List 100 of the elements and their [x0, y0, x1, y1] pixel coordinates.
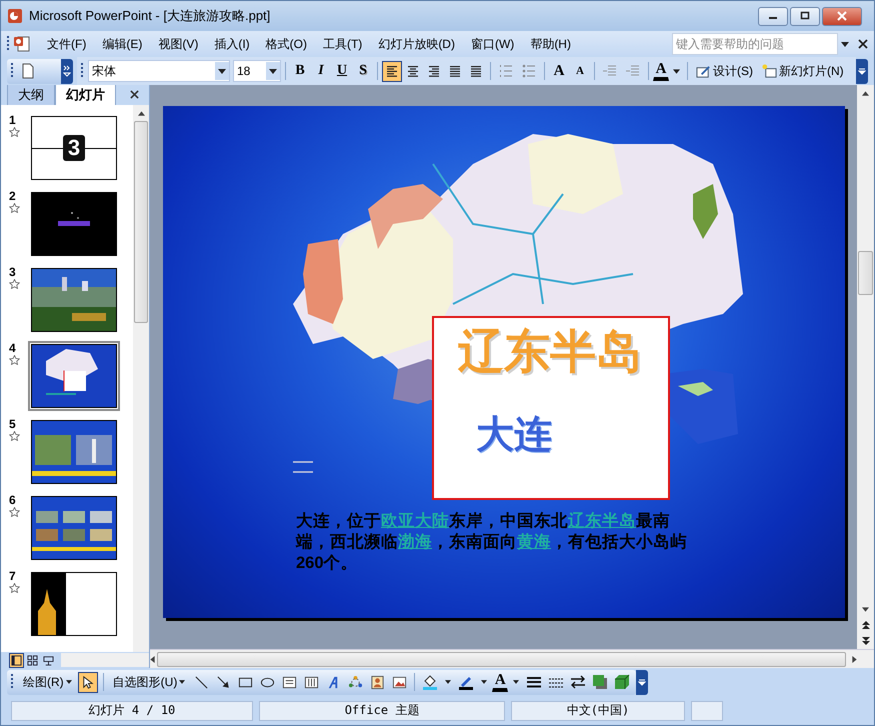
align-left-icon — [385, 64, 399, 78]
new-slide-icon — [762, 64, 777, 78]
caret-icon — [269, 68, 277, 74]
pane-tab[interactable]: 幻灯片 — [55, 85, 116, 105]
scroll-up-icon[interactable] — [862, 90, 869, 96]
scroll-down-icon[interactable] — [862, 606, 869, 612]
diagram-icon — [348, 674, 363, 690]
menu-item[interactable]: 文件(F) — [39, 34, 94, 54]
caret-icon[interactable] — [445, 680, 452, 684]
menu-item[interactable]: 编辑(E) — [94, 34, 150, 54]
star-icon — [9, 583, 20, 593]
align-left-button[interactable] — [382, 60, 402, 82]
previous-slide-icon[interactable] — [862, 620, 870, 630]
fill-color-icon[interactable] — [422, 674, 438, 690]
font-dropdown[interactable]: 宋体 — [88, 60, 230, 82]
toolbar-options-button[interactable] — [856, 58, 868, 84]
grow-font-button[interactable]: A — [549, 60, 569, 82]
close-button[interactable] — [822, 6, 862, 26]
scroll-thumb[interactable] — [858, 251, 873, 295]
maximize-button[interactable] — [790, 6, 820, 26]
next-slide-icon[interactable] — [862, 636, 870, 646]
tool-button[interactable] — [78, 672, 98, 692]
align-center-icon — [406, 64, 420, 78]
pane-tab[interactable]: 大纲 — [7, 85, 55, 105]
normal-view-icon — [11, 654, 22, 666]
menu-item[interactable]: 帮助(H) — [522, 34, 579, 54]
scroll-thumb[interactable] — [157, 652, 846, 667]
draw-menu-button[interactable]: 绘图(R) — [19, 672, 76, 692]
help-search-field[interactable]: 键入需要帮助的问题 — [672, 33, 838, 55]
star-icon — [9, 203, 20, 213]
slide-number: 3 — [9, 265, 16, 279]
number-tile: 3 — [62, 135, 86, 161]
window-title: Microsoft PowerPoint - [大连旅游攻略.ppt] — [29, 7, 270, 25]
format-button[interactable]: I — [311, 60, 331, 82]
align-distributed-icon — [469, 64, 483, 78]
format-button[interactable]: U — [332, 60, 352, 82]
scroll-up-icon[interactable] — [138, 110, 144, 116]
autoshapes-menu-button[interactable]: 自选图形(U) — [108, 672, 190, 692]
toolbar-options-button[interactable] — [636, 670, 648, 694]
star-icon — [9, 507, 20, 517]
maximize-icon — [799, 11, 811, 21]
menu-item[interactable]: 幻灯片放映(D) — [370, 34, 463, 54]
scroll-thumb[interactable] — [134, 121, 148, 323]
scroll-right-icon[interactable] — [852, 656, 857, 662]
chevron-icon — [63, 64, 71, 78]
slide-thumbnail[interactable]: 3 — [28, 113, 120, 183]
star-icon — [9, 127, 20, 137]
bulleted-list-icon[interactable] — [521, 63, 537, 79]
toolbar-options-button[interactable] — [61, 58, 73, 84]
new-slide-button[interactable]: 新幻灯片(N) — [758, 60, 848, 82]
view-button[interactable] — [25, 652, 40, 668]
slide-show-icon — [43, 654, 54, 666]
menu-item[interactable]: 窗口(W) — [462, 34, 522, 54]
new-document-icon[interactable] — [20, 63, 36, 79]
caret-icon[interactable] — [673, 68, 680, 74]
slide-number: 2 — [9, 189, 16, 203]
numbered-list-icon[interactable] — [498, 63, 514, 79]
menu-item[interactable]: 格式(O) — [258, 34, 315, 54]
close-icon — [836, 11, 848, 21]
format-button[interactable]: B — [290, 60, 310, 82]
view-button[interactable] — [9, 652, 24, 668]
caret-icon[interactable] — [513, 680, 520, 684]
caret-icon[interactable] — [841, 42, 849, 46]
font-color-button[interactable]: A — [653, 61, 669, 81]
minimize-button[interactable] — [758, 6, 788, 26]
close-icon[interactable] — [130, 90, 139, 99]
design-button[interactable]: 设计(S) — [692, 60, 757, 82]
star-icon — [9, 279, 20, 289]
menu-item[interactable]: 视图(V) — [150, 34, 206, 54]
horizontal-scrollbar[interactable] — [61, 653, 149, 667]
status-text: 中文(中国) — [511, 700, 685, 720]
caret-icon — [179, 680, 186, 684]
document-icon[interactable] — [13, 35, 31, 53]
caret-icon[interactable] — [481, 680, 488, 684]
slide-number: 7 — [9, 569, 16, 583]
font-color-button[interactable]: A — [492, 672, 508, 692]
font-size-dropdown[interactable]: 18 — [233, 60, 281, 82]
chevron-icon — [858, 67, 866, 75]
format-button[interactable]: S — [353, 60, 373, 82]
status-text: 幻灯片 4 / 10 — [11, 700, 253, 720]
image-icon — [392, 674, 407, 690]
shrink-font-button[interactable]: A — [570, 60, 590, 82]
line-style-icon[interactable] — [526, 674, 542, 690]
menu-item[interactable]: 工具(T) — [314, 34, 370, 54]
line-color-icon[interactable] — [458, 674, 474, 690]
shadow-style-icon[interactable] — [592, 674, 608, 690]
3d-style-icon[interactable] — [614, 674, 630, 690]
pencil-icon — [696, 64, 711, 78]
align-justify-icon — [448, 64, 462, 78]
clip-art-icon — [370, 674, 385, 690]
star-icon — [9, 355, 20, 365]
arrow-icon — [216, 674, 231, 690]
menu-item[interactable]: 插入(I) — [206, 34, 258, 54]
vertical-text-box-icon — [304, 674, 319, 690]
slide-number: 4 — [9, 341, 16, 355]
star-icon — [9, 431, 20, 441]
status-panel — [691, 700, 723, 720]
close-icon[interactable] — [858, 39, 868, 49]
arrow-style-icon[interactable] — [570, 674, 586, 690]
status-text: Office 主题 — [259, 700, 505, 720]
